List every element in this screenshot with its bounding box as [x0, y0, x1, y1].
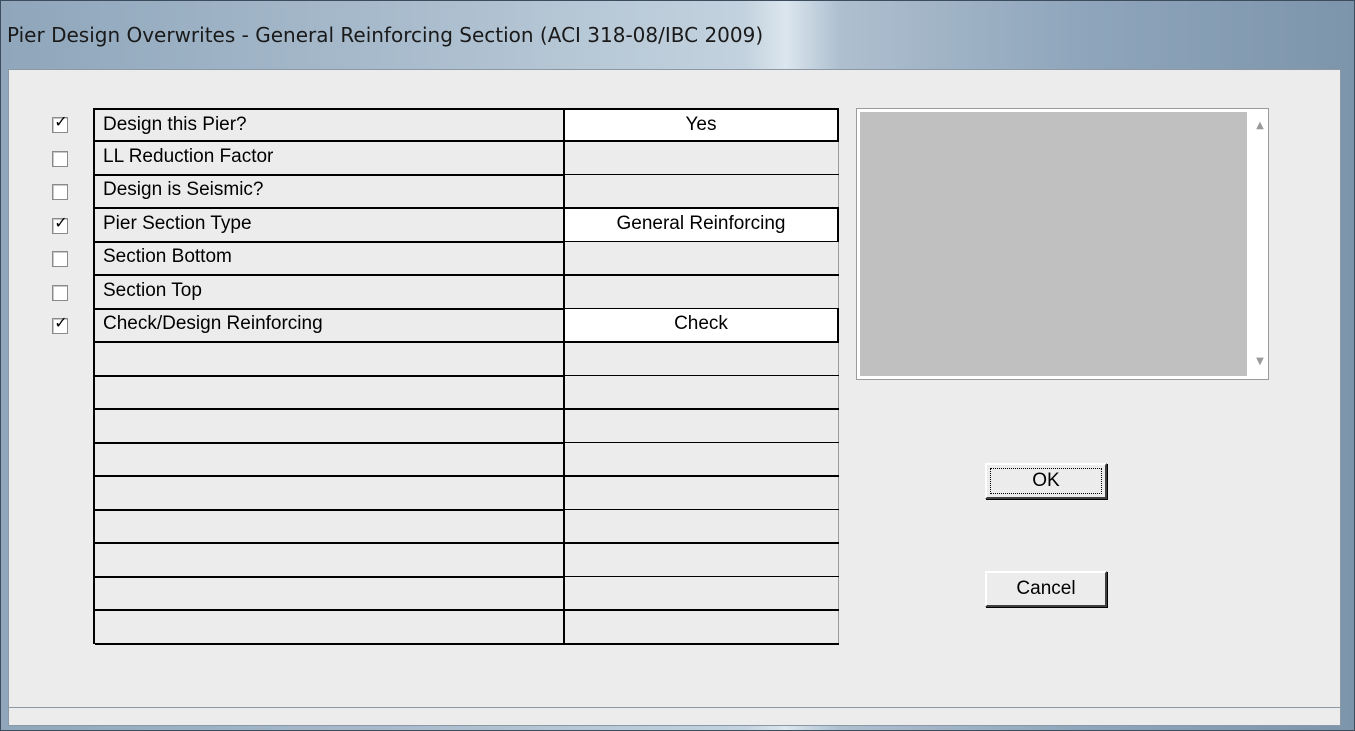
status-bar — [8, 708, 1341, 726]
row-value — [565, 477, 839, 509]
row-label: LL Reduction Factor — [95, 142, 565, 174]
row-value[interactable]: Yes — [565, 110, 839, 140]
table-row[interactable] — [95, 410, 839, 444]
ok-button[interactable]: OK — [985, 463, 1107, 499]
table-row[interactable]: LL Reduction Factor — [95, 142, 839, 176]
checkmark-icon: ✓ — [54, 313, 68, 332]
row-label: Check/Design Reinforcing — [95, 309, 565, 341]
table-row[interactable] — [95, 611, 839, 645]
dialog-window: Pier Design Overwrites - General Reinfor… — [0, 0, 1355, 731]
row-value — [565, 443, 839, 475]
row-value — [565, 343, 839, 375]
row-label: Section Bottom — [95, 242, 565, 274]
table-row[interactable]: Check/Design Reinforcing Check — [95, 309, 839, 343]
row-checkbox[interactable]: ✓ — [52, 313, 68, 334]
focus-rect — [990, 468, 1102, 494]
row-value[interactable]: General Reinforcing — [565, 209, 839, 241]
preview-panel: ▲ ▼ — [856, 108, 1269, 380]
table-row[interactable]: Design this Pier? Yes — [95, 108, 839, 142]
row-value — [565, 175, 839, 207]
window-title: Pier Design Overwrites - General Reinfor… — [7, 23, 764, 47]
checkmark-icon: ✓ — [54, 213, 68, 232]
row-value — [565, 577, 839, 609]
row-value — [565, 510, 839, 542]
row-value — [565, 376, 839, 408]
row-checkbox[interactable] — [52, 251, 68, 267]
title-bar[interactable]: Pier Design Overwrites - General Reinfor… — [1, 1, 1354, 61]
row-value — [565, 242, 839, 274]
row-label — [95, 343, 565, 375]
row-value — [565, 410, 839, 442]
row-label — [95, 577, 565, 609]
table-row[interactable] — [95, 477, 839, 511]
row-label — [95, 410, 565, 442]
row-value — [565, 544, 839, 576]
row-label: Section Top — [95, 276, 565, 308]
table-row[interactable] — [95, 443, 839, 477]
row-label: Design is Seismic? — [95, 175, 565, 207]
row-value[interactable]: Check — [565, 309, 839, 341]
table-row[interactable]: Pier Section Type General Reinforcing — [95, 209, 839, 243]
dialog-body: ✓ ✓ ✓ Design this Pier? Yes LL Reduction Fac… — [8, 69, 1341, 708]
table-row[interactable]: Section Bottom — [95, 242, 839, 276]
table-row[interactable] — [95, 376, 839, 410]
checkmark-icon: ✓ — [54, 112, 68, 131]
cancel-button[interactable]: Cancel — [985, 571, 1107, 607]
row-label — [95, 376, 565, 408]
row-checkbox[interactable] — [52, 151, 68, 167]
table-row[interactable]: Design is Seismic? — [95, 175, 839, 209]
scroll-up-icon[interactable]: ▲ — [1253, 119, 1267, 133]
row-value — [565, 276, 839, 308]
row-checkbox[interactable] — [52, 184, 68, 200]
scroll-down-icon[interactable]: ▼ — [1253, 355, 1267, 369]
row-checkbox[interactable] — [52, 285, 68, 301]
table-row[interactable] — [95, 577, 839, 611]
preview-area — [860, 112, 1247, 376]
row-checkbox[interactable]: ✓ — [52, 112, 68, 133]
cancel-button-label: Cancel — [1016, 578, 1076, 599]
table-row[interactable] — [95, 343, 839, 377]
row-label — [95, 544, 565, 576]
row-label — [95, 611, 565, 643]
overwrites-grid: Design this Pier? Yes LL Reduction Factor D… — [93, 108, 839, 645]
row-label: Design this Pier? — [95, 110, 565, 140]
table-row[interactable] — [95, 510, 839, 544]
table-row[interactable] — [95, 544, 839, 578]
row-checkbox[interactable]: ✓ — [52, 213, 68, 234]
row-label — [95, 477, 565, 509]
row-label — [95, 443, 565, 475]
table-row[interactable]: Section Top — [95, 276, 839, 310]
row-value — [565, 142, 839, 174]
row-value — [565, 611, 839, 643]
row-label — [95, 510, 565, 542]
row-label: Pier Section Type — [95, 209, 565, 241]
